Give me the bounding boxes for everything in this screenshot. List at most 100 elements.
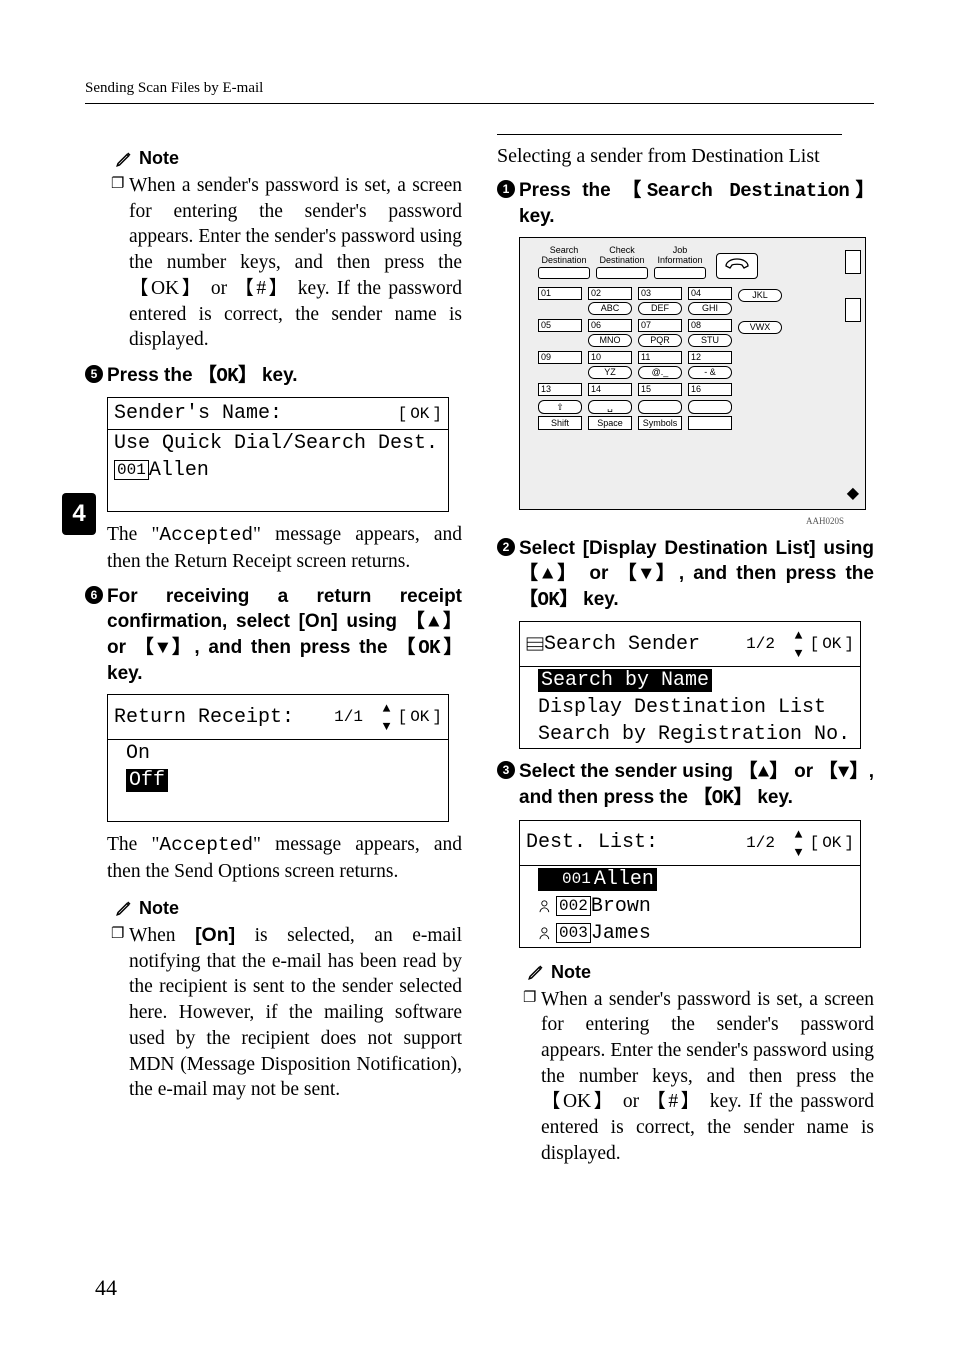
updown-icon: ▲▼ bbox=[791, 626, 807, 662]
search-destination-tab: SearchDestination bbox=[538, 246, 590, 279]
keypad-bottom-row: ⇧Shift␣SpaceSymbols bbox=[538, 400, 837, 430]
paragraph: The "Accepted" message appears, and then… bbox=[107, 832, 462, 884]
on-hook-button bbox=[716, 253, 758, 279]
lcd-row: 003James bbox=[520, 920, 860, 947]
note-body: ❐ When a sender's password is set, a scr… bbox=[541, 987, 874, 1167]
menu-icon bbox=[526, 637, 544, 651]
quick-dial-key: 13 bbox=[538, 383, 582, 396]
indicator-light bbox=[845, 250, 861, 274]
reg-number: 001 bbox=[114, 460, 149, 480]
note-body: ❐ When [On] is selected, an e-mail notif… bbox=[129, 923, 462, 1103]
step-3: 3 Select the sender using ▲ or ▼, and th… bbox=[519, 759, 874, 811]
step-6: 6 For receiving a return receipt confirm… bbox=[107, 584, 462, 686]
person-icon bbox=[538, 926, 556, 940]
step-num-2: 2 bbox=[497, 538, 515, 556]
lcd-row: 002Brown bbox=[520, 893, 860, 920]
hash-key: # bbox=[234, 278, 290, 299]
down-key: ▼ bbox=[618, 563, 679, 585]
paragraph: The "Accepted" message appears, and then… bbox=[107, 522, 462, 574]
quick-dial-key: 04GHI bbox=[688, 287, 732, 315]
note-heading: Note bbox=[115, 148, 462, 169]
ok-key: OK bbox=[541, 1091, 616, 1112]
step-5: 5 Press the OK key. bbox=[107, 363, 462, 389]
step-num-3: 3 bbox=[497, 761, 515, 779]
quick-dial-key: 02ABC bbox=[588, 287, 632, 315]
step-num-1: 1 bbox=[497, 180, 515, 198]
lcd-row-selected: Search by Name bbox=[520, 667, 860, 694]
keypad-blank-key bbox=[688, 400, 732, 430]
keypad-shift-key: ⇧Shift bbox=[538, 400, 582, 430]
down-key: ▼ bbox=[819, 761, 869, 783]
quick-dial-key: 16 bbox=[688, 383, 732, 396]
quick-dial-key: 01 bbox=[538, 287, 582, 315]
keypad-symbols-key: Symbols bbox=[638, 400, 682, 430]
bullet-icon: ❐ bbox=[111, 175, 124, 195]
quick-dial-key: VWX bbox=[738, 319, 782, 347]
check-destination-tab: CheckDestination bbox=[596, 246, 648, 279]
quick-dial-key: 07PQR bbox=[638, 319, 682, 347]
note-heading: Note bbox=[115, 898, 462, 919]
ok-indicator: [OK] bbox=[398, 405, 442, 423]
lcd-search-sender: Search Sender 1/2 ▲▼ [OK] Search by Name… bbox=[519, 621, 861, 749]
quick-dial-key: 06MNO bbox=[588, 319, 632, 347]
down-key: ▼ bbox=[135, 637, 195, 659]
page-indicator: 1/2 ▲▼ [OK] bbox=[746, 626, 854, 662]
note-heading: Note bbox=[527, 962, 874, 983]
indicator-light bbox=[845, 298, 861, 322]
lcd-row-selected: Off bbox=[108, 767, 448, 794]
quick-dial-key: 08STU bbox=[688, 319, 732, 347]
quick-dial-key: JKL bbox=[738, 287, 782, 315]
quick-dial-key: 12- & bbox=[688, 351, 732, 379]
lcd-row: On bbox=[108, 740, 448, 767]
quick-dial-key: 05 bbox=[538, 319, 582, 347]
person-icon bbox=[541, 872, 559, 886]
lcd-title: Return Receipt: bbox=[114, 706, 294, 729]
note-body: ❐ When a sender's password is set, a scr… bbox=[129, 173, 462, 353]
hash-key: # bbox=[646, 1091, 702, 1112]
updown-icon: ▲▼ bbox=[379, 699, 395, 735]
ok-key: OK bbox=[396, 637, 462, 659]
page-indicator: 1/2 ▲▼ [OK] bbox=[746, 825, 854, 861]
figure-id: AAH020S bbox=[497, 516, 844, 526]
lcd-row: Use Quick Dial/Search Dest. bbox=[108, 430, 448, 457]
up-key: ▲ bbox=[738, 761, 788, 783]
step-1: 1 Press the Search Destination key. bbox=[519, 178, 874, 229]
quick-dial-key: 15 bbox=[638, 383, 682, 396]
bullet-icon: ❐ bbox=[111, 925, 124, 945]
quick-dial-key: 11@._ bbox=[638, 351, 682, 379]
ok-key: OK bbox=[693, 787, 752, 809]
lcd-senders-name: Sender's Name: [OK] Use Quick Dial/Searc… bbox=[107, 397, 449, 512]
lcd-row: Search by Registration No. bbox=[520, 721, 860, 748]
subsection-heading: Selecting a sender from Destination List bbox=[497, 145, 874, 168]
ok-key: OK bbox=[198, 365, 257, 387]
lcd-row: 001Allen bbox=[108, 457, 448, 484]
quick-dial-key bbox=[738, 351, 782, 379]
lcd-dest-list: Dest. List: 1/2 ▲▼ [OK] 001Allen 002Brow… bbox=[519, 820, 861, 948]
lcd-title: Dest. List: bbox=[526, 831, 658, 854]
page-indicator: 1/1 ▲▼ [OK] bbox=[334, 699, 442, 735]
handset-icon bbox=[724, 256, 750, 276]
step-num-6: 6 bbox=[85, 586, 103, 604]
section-tab: 4 bbox=[62, 493, 96, 535]
ok-key: OK bbox=[519, 589, 578, 611]
quick-dial-keypad: 0102ABC03DEF04GHIJKL0506MNO07PQR08STUVWX… bbox=[538, 287, 837, 396]
job-information-tab: JobInformation bbox=[654, 246, 706, 279]
pencil-icon bbox=[115, 150, 133, 168]
updown-icon: ▲▼ bbox=[791, 825, 807, 861]
running-head: Sending Scan Files by E-mail bbox=[85, 80, 874, 104]
lcd-title: Search Sender bbox=[526, 633, 700, 656]
lcd-title: Sender's Name: bbox=[114, 402, 282, 425]
quick-dial-key: 09 bbox=[538, 351, 582, 379]
lcd-row: Display Destination List bbox=[520, 694, 860, 721]
page-number: 44 bbox=[95, 1275, 117, 1301]
pencil-icon bbox=[527, 963, 545, 981]
diamond-arrow-icon: ◆ bbox=[847, 483, 859, 503]
search-destination-key: Search Destination bbox=[622, 180, 874, 202]
person-icon bbox=[538, 899, 556, 913]
step-2: 2 Select [Display Destination List] usin… bbox=[519, 536, 874, 613]
quick-dial-key: 10YZ bbox=[588, 351, 632, 379]
up-key: ▲ bbox=[519, 563, 580, 585]
pencil-icon bbox=[115, 899, 133, 917]
lcd-row-selected: 001Allen bbox=[520, 866, 860, 893]
bullet-icon: ❐ bbox=[523, 989, 536, 1009]
